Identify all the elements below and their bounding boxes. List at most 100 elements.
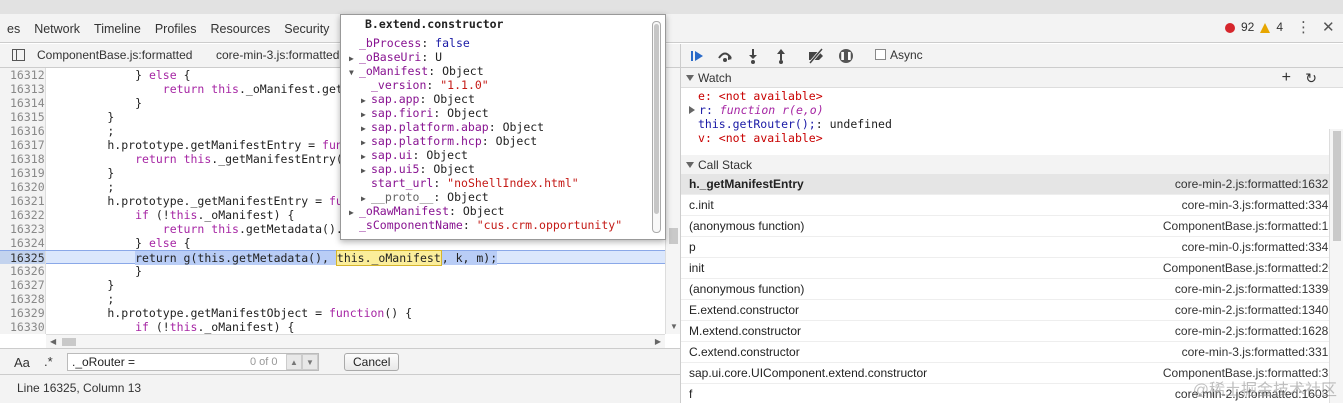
editor-vertical-scrollbar[interactable]: ▼: [665, 68, 680, 334]
object-property[interactable]: start_url: "noShellIndex.html": [349, 176, 622, 190]
deactivate-breakpoints-icon[interactable]: [807, 48, 824, 64]
frame-location[interactable]: core-min-2.js:formatted:13394: [1175, 279, 1335, 300]
scroll-right-icon[interactable]: ▶: [655, 337, 661, 346]
line-number[interactable]: 16330: [0, 320, 46, 334]
regex-toggle[interactable]: .*: [44, 354, 53, 369]
line-number[interactable]: 16319: [0, 166, 46, 180]
code-line: 16326 }: [0, 264, 680, 278]
file-tab-componentbase[interactable]: ComponentBase.js:formatted: [37, 48, 192, 62]
frame-location[interactable]: ComponentBase.js:formatted:20: [1163, 258, 1335, 279]
expand-arrow-icon[interactable]: [689, 106, 695, 114]
call-frame[interactable]: init ComponentBase.js:formatted:20: [681, 258, 1343, 279]
call-frame[interactable]: (anonymous function) ComponentBase.js:for…: [681, 216, 1343, 237]
scrollbar-thumb[interactable]: [669, 228, 678, 244]
call-frame[interactable]: C.extend.constructor core-min-3.js:format…: [681, 342, 1343, 363]
pause-on-exceptions-icon[interactable]: ❚❚: [839, 49, 853, 63]
console-counters[interactable]: 92 4: [1224, 20, 1283, 34]
step-into-icon[interactable]: [745, 48, 761, 64]
add-watch-icon[interactable]: +: [1282, 68, 1291, 88]
object-property[interactable]: _bProcess: false: [349, 36, 622, 50]
line-number[interactable]: 16317: [0, 138, 46, 152]
line-number[interactable]: 16326: [0, 264, 46, 278]
scrollbar-thumb[interactable]: [654, 24, 659, 214]
async-checkbox[interactable]: [875, 49, 886, 60]
line-number[interactable]: 16325: [0, 251, 46, 265]
object-property[interactable]: ▶ _oRawManifest: Object: [349, 204, 622, 218]
line-number[interactable]: 16320: [0, 180, 46, 194]
object-property[interactable]: _version: "1.1.0": [349, 78, 622, 92]
object-property[interactable]: ▶ _oBaseUri: U: [349, 50, 622, 64]
line-number[interactable]: 16323: [0, 222, 46, 236]
search-prev-button[interactable]: ▲: [286, 354, 302, 370]
frame-location[interactable]: core-min-3.js:formatted:3313: [1182, 342, 1335, 363]
navigator-toggle-icon[interactable]: [12, 49, 25, 61]
object-property[interactable]: ▶ sap.app: Object: [349, 92, 622, 106]
frame-location[interactable]: core-min-2.js:formatted:16325: [1175, 174, 1335, 195]
watch-item[interactable]: v: <not available>: [681, 131, 1343, 145]
frame-location[interactable]: core-min-2.js:formatted:13403: [1175, 300, 1335, 321]
step-over-icon[interactable]: [717, 48, 733, 64]
object-property[interactable]: ▶ sap.fiori: Object: [349, 106, 622, 120]
line-number[interactable]: 16314: [0, 96, 46, 110]
object-property[interactable]: ▶ sap.platform.abap: Object: [349, 120, 622, 134]
panel-tab[interactable]: es: [0, 17, 27, 41]
frame-location[interactable]: core-min-0.js:formatted:3349: [1182, 237, 1335, 258]
frame-location[interactable]: ComponentBase.js:formatted:15: [1163, 216, 1335, 237]
line-number[interactable]: 16329: [0, 306, 46, 320]
panel-tab[interactable]: Profiles: [148, 17, 204, 41]
frame-location[interactable]: core-min-2.js:formatted:16289: [1175, 321, 1335, 342]
line-number[interactable]: 16313: [0, 82, 46, 96]
resume-icon[interactable]: [689, 48, 705, 64]
line-number[interactable]: 16322: [0, 208, 46, 222]
object-property[interactable]: ▶ __proto__: Object: [349, 190, 622, 204]
file-tab-core-min-3[interactable]: core-min-3.js:formatted: [216, 48, 339, 62]
call-frame[interactable]: p core-min-0.js:formatted:3349: [681, 237, 1343, 258]
cancel-button[interactable]: Cancel: [344, 353, 400, 371]
scrollbar-thumb[interactable]: [62, 338, 76, 346]
object-property[interactable]: ▶ sap.ui: Object: [349, 148, 622, 162]
line-number[interactable]: 16316: [0, 124, 46, 138]
call-frame[interactable]: M.extend.constructor core-min-2.js:format…: [681, 321, 1343, 342]
collapse-arrow-icon[interactable]: ▼: [349, 66, 359, 80]
scrollbar-thumb[interactable]: [1333, 131, 1341, 241]
match-case-toggle[interactable]: Aa: [14, 355, 30, 370]
watch-item[interactable]: e: <not available>: [681, 89, 1343, 103]
object-property[interactable]: ▶ sap.ui5: Object: [349, 162, 622, 176]
line-number[interactable]: 16318: [0, 152, 46, 166]
object-property[interactable]: ▶ sap.platform.hcp: Object: [349, 134, 622, 148]
refresh-icon[interactable]: ↻: [1305, 68, 1317, 88]
call-frame[interactable]: (anonymous function) core-min-2.js:format…: [681, 279, 1343, 300]
line-number[interactable]: 16328: [0, 292, 46, 306]
more-options-icon[interactable]: ⋮: [1296, 18, 1311, 36]
frame-location[interactable]: core-min-3.js:formatted:3343: [1182, 195, 1335, 216]
call-frame[interactable]: E.extend.constructor core-min-2.js:format…: [681, 300, 1343, 321]
editor-horizontal-scrollbar[interactable]: ◀ ▶: [46, 334, 665, 348]
watch-header[interactable]: Watch + ↻: [681, 68, 1343, 88]
call-frame[interactable]: h._getManifestEntry core-min-2.js:formatt…: [681, 174, 1343, 195]
line-number[interactable]: 16315: [0, 110, 46, 124]
step-out-icon[interactable]: [773, 48, 789, 64]
line-number[interactable]: 16312: [0, 68, 46, 82]
line-number[interactable]: 16327: [0, 278, 46, 292]
search-input[interactable]: [67, 353, 319, 371]
panel-tab[interactable]: Security: [277, 17, 336, 41]
panel-tab[interactable]: Resources: [204, 17, 278, 41]
line-number[interactable]: 16321: [0, 194, 46, 208]
property-separator: :: [449, 204, 463, 218]
popover-scrollbar[interactable]: [652, 21, 661, 233]
line-number[interactable]: 16324: [0, 236, 46, 250]
sidebar-scrollbar[interactable]: [1329, 129, 1343, 403]
watch-item[interactable]: r: function r(e,o): [681, 103, 1343, 117]
call-stack-header[interactable]: Call Stack: [681, 155, 1343, 175]
scroll-left-icon[interactable]: ◀: [50, 337, 56, 346]
search-next-button[interactable]: ▼: [302, 354, 318, 370]
close-icon[interactable]: ✕: [1322, 18, 1335, 36]
watch-item[interactable]: this.getRouter();: undefined: [681, 117, 1343, 131]
search-match-count: 0 of 0: [250, 356, 278, 368]
call-frame[interactable]: c.init core-min-3.js:formatted:3343: [681, 195, 1343, 216]
object-property[interactable]: ▼ _oManifest: Object: [349, 64, 622, 78]
object-property[interactable]: _sComponentName: "cus.crm.opportunity": [349, 218, 622, 232]
panel-tab[interactable]: Timeline: [87, 17, 148, 41]
panel-tab[interactable]: Network: [27, 17, 87, 41]
scroll-down-icon[interactable]: ▼: [670, 322, 678, 331]
